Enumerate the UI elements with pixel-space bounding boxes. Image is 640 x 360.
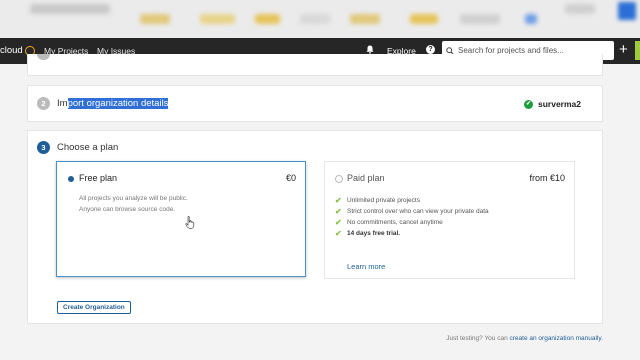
learn-more-link[interactable]: Learn more (347, 262, 385, 271)
step-2-number: 2 (37, 97, 50, 110)
step-2-title: Import organization details (57, 98, 169, 109)
create-manually-link[interactable]: create an organization manually (510, 335, 602, 342)
create-organization-button[interactable]: Create Organization (57, 301, 131, 314)
checkmark-icon: ✔ (335, 196, 342, 205)
browser-chrome (0, 0, 640, 38)
free-plan-name: Free plan (79, 173, 118, 183)
step-1-number (37, 54, 50, 60)
paid-plan-features: ✔ Unlimited private projects ✔ Strict cont… (335, 195, 489, 239)
free-plan-price: €0 (285, 173, 296, 183)
paid-plan-radio[interactable] (335, 175, 343, 183)
step-3-number: 3 (37, 141, 50, 154)
feature-text: Strict control over who can view your pr… (347, 208, 489, 215)
footer-prefix: Just testing? You can (446, 335, 510, 342)
checkmark-icon: ✔ (335, 229, 342, 238)
feature-text: No commitments, cancel anytime (347, 219, 443, 226)
browser-bookmarks-bar (0, 0, 640, 38)
free-plan-option[interactable]: Free plan €0 All projects you analyze wi… (56, 161, 306, 277)
free-plan-desc-line-1: All projects you analyze will be public. (79, 195, 188, 202)
paid-plan-option[interactable]: Paid plan from €10 ✔ Unlimited private pr… (324, 161, 575, 279)
logo-text: cloud (0, 45, 23, 56)
selected-organization: ✔ surverma2 (524, 99, 581, 109)
checkmark-icon: ✔ (335, 207, 342, 216)
paid-plan-price: from €10 (529, 173, 565, 183)
footer-note: Just testing? You can create an organiza… (446, 335, 603, 342)
footer-suffix: . (601, 335, 603, 342)
checkmark-icon: ✔ (335, 218, 342, 227)
feature-item: ✔ No commitments, cancel anytime (335, 217, 489, 228)
extension-badge[interactable] (635, 41, 640, 60)
feature-text: 14 days free trial. (347, 230, 401, 237)
feature-item: ✔ 14 days free trial. (335, 228, 489, 239)
check-circle-icon: ✔ (524, 99, 533, 109)
feature-item: ✔ Unlimited private projects (335, 195, 489, 206)
step-3-title: Choose a plan (57, 142, 119, 153)
step-3-card: 3 Choose a plan Free plan €0 All project… (27, 130, 603, 324)
free-plan-radio[interactable] (68, 176, 74, 182)
add-icon[interactable]: + (619, 42, 628, 58)
free-plan-description: All projects you analyze will be public.… (79, 193, 188, 215)
help-icon[interactable]: ? (426, 45, 435, 54)
browser-extension-icon[interactable] (618, 2, 636, 20)
step-2-title-prefix: Im (57, 98, 68, 109)
bell-icon[interactable] (366, 45, 374, 54)
feature-item: ✔ Strict control over who can view your p… (335, 206, 489, 217)
free-plan-desc-line-2: Anyone can browse source code. (79, 206, 176, 213)
hand-pointer-icon (185, 216, 195, 229)
step-2-title-selected-text: port organization details (67, 98, 169, 109)
paid-plan-name: Paid plan (347, 173, 385, 183)
organization-key: surverma2 (538, 99, 582, 109)
step-1-card (27, 54, 603, 76)
step-2-card: 2 Import organization details ✔ surverma… (27, 85, 603, 122)
feature-text: Unlimited private projects (347, 197, 420, 204)
